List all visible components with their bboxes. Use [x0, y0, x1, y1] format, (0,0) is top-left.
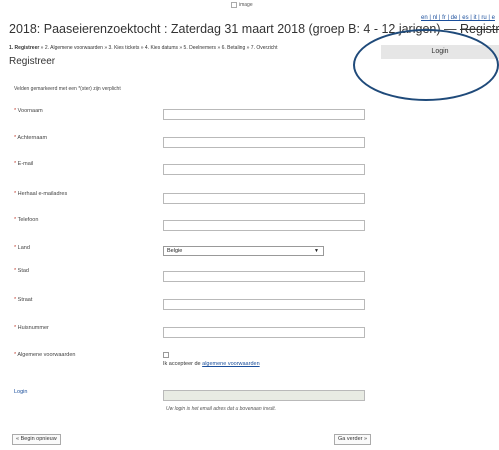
chevron-down-icon: ▼: [314, 248, 319, 254]
restart-button[interactable]: « Begin opnieuw: [12, 434, 61, 445]
label-telefoon: * Telefoon: [14, 217, 39, 223]
achternaam-input[interactable]: [163, 137, 365, 148]
login-hint: Uw login is het email adres dat u bovena…: [166, 406, 277, 412]
herhaal-email-input[interactable]: [163, 193, 365, 204]
label-voornaam: * Voornaam: [14, 108, 43, 114]
required-marker: *: [14, 191, 17, 197]
huisnummer-input[interactable]: [163, 327, 365, 338]
annotation-ellipse: [353, 29, 499, 101]
section-heading: Registreer: [9, 56, 56, 67]
required-marker: *: [14, 325, 17, 331]
label-herhaal-email: * Herhaal e-mailadres: [14, 191, 68, 197]
login-label: Login: [14, 389, 28, 395]
required-note: Velden gemarkeerd met een *(ster) zijn v…: [14, 86, 121, 92]
header-image-alt: image: [239, 2, 253, 8]
required-marker: *: [14, 297, 17, 303]
label-achternaam: * Achternaam: [14, 135, 48, 141]
label-stad: * Stad: [14, 268, 29, 274]
step-rest: » 2. Algemene voorwaarden » 3. Kies tick…: [39, 45, 278, 51]
step-breadcrumb: 1. Registreer » 2. Algemene voorwaarden …: [9, 45, 277, 51]
land-select[interactable]: Belgie ▼: [163, 246, 324, 256]
straat-input[interactable]: [163, 299, 365, 310]
label-email: * E-mail: [14, 161, 34, 167]
telefoon-input[interactable]: [163, 220, 365, 231]
voornaam-input[interactable]: [163, 109, 365, 120]
header-image: image: [231, 2, 253, 8]
voorwaarden-link[interactable]: algemene voorwaarden: [202, 361, 259, 367]
land-select-value: Belgie: [167, 248, 183, 254]
login-input: [163, 390, 365, 401]
label-land: * Land: [14, 245, 30, 251]
required-marker: *: [14, 245, 17, 251]
required-marker: *: [14, 352, 17, 358]
label-straat: * Straat: [14, 297, 33, 303]
required-marker: *: [14, 135, 17, 141]
next-button[interactable]: Ga verder »: [334, 434, 372, 445]
required-marker: *: [14, 108, 17, 114]
accept-text: Ik accepteer de algemene voorwaarden: [163, 361, 260, 367]
image-icon: [231, 2, 237, 8]
label-huisnummer: * Huisnummer: [14, 325, 49, 331]
required-marker: *: [14, 268, 17, 274]
step-current: 1. Registreer: [9, 45, 40, 51]
required-marker: *: [14, 217, 17, 223]
voorwaarden-checkbox[interactable]: [163, 352, 169, 358]
label-voorwaarden: * Algemene voorwaarden: [14, 352, 76, 358]
stad-input[interactable]: [163, 271, 365, 282]
required-marker: *: [14, 161, 17, 167]
language-links[interactable]: en | nl | fr | de | es | it | ru | e: [421, 15, 495, 21]
email-input[interactable]: [163, 164, 365, 175]
